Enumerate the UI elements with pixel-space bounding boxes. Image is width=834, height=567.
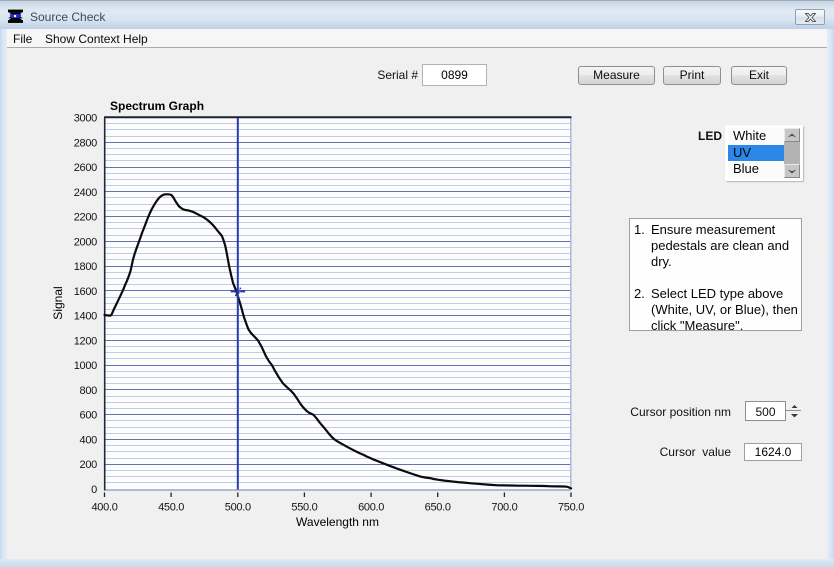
svg-text:2600: 2600 xyxy=(74,162,97,174)
svg-text:650.0: 650.0 xyxy=(425,502,451,514)
svg-text:1800: 1800 xyxy=(74,261,97,273)
svg-text:1200: 1200 xyxy=(74,335,97,347)
svg-text:1000: 1000 xyxy=(74,360,97,372)
svg-text:600: 600 xyxy=(80,410,98,422)
svg-text:400: 400 xyxy=(80,435,98,447)
svg-text:2200: 2200 xyxy=(74,212,97,224)
svg-text:200: 200 xyxy=(80,459,98,471)
svg-text:600.0: 600.0 xyxy=(358,502,384,514)
svg-text:750.0: 750.0 xyxy=(558,502,584,514)
svg-text:2000: 2000 xyxy=(74,236,97,248)
svg-text:1600: 1600 xyxy=(74,286,97,298)
svg-text:800: 800 xyxy=(80,385,98,397)
svg-text:1400: 1400 xyxy=(74,311,97,323)
svg-text:500.0: 500.0 xyxy=(225,502,251,514)
svg-text:450.0: 450.0 xyxy=(158,502,184,514)
svg-text:2800: 2800 xyxy=(74,137,97,149)
svg-text:Spectrum Graph: Spectrum Graph xyxy=(110,99,204,113)
svg-text:2400: 2400 xyxy=(74,187,97,199)
svg-text:3000: 3000 xyxy=(74,113,97,125)
svg-text:Wavelength nm: Wavelength nm xyxy=(296,515,379,529)
svg-text:0: 0 xyxy=(91,484,97,496)
svg-text:Signal: Signal xyxy=(51,286,65,319)
svg-text:400.0: 400.0 xyxy=(91,502,117,514)
svg-text:550.0: 550.0 xyxy=(291,502,317,514)
svg-text:700.0: 700.0 xyxy=(491,502,517,514)
